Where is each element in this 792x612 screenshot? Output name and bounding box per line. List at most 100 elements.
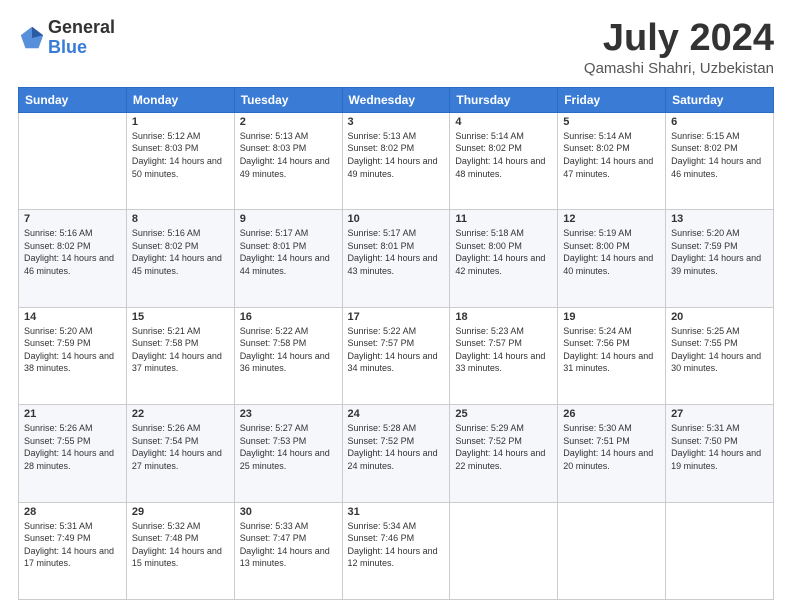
cell-info: Sunrise: 5:17 AMSunset: 8:01 PMDaylight:…	[240, 228, 330, 276]
col-wednesday: Wednesday	[342, 87, 450, 112]
table-row	[19, 112, 127, 209]
day-number: 13	[671, 213, 768, 225]
title-block: July 2024 Qamashi Shahri, Uzbekistan	[584, 18, 774, 77]
cell-info: Sunrise: 5:14 AMSunset: 8:02 PMDaylight:…	[455, 131, 545, 179]
calendar-week-row: 1 Sunrise: 5:12 AMSunset: 8:03 PMDayligh…	[19, 112, 774, 209]
table-row: 13 Sunrise: 5:20 AMSunset: 7:59 PMDaylig…	[666, 210, 774, 307]
table-row: 22 Sunrise: 5:26 AMSunset: 7:54 PMDaylig…	[126, 405, 234, 502]
table-row: 14 Sunrise: 5:20 AMSunset: 7:59 PMDaylig…	[19, 307, 127, 404]
table-row: 27 Sunrise: 5:31 AMSunset: 7:50 PMDaylig…	[666, 405, 774, 502]
day-number: 6	[671, 116, 768, 128]
table-row: 12 Sunrise: 5:19 AMSunset: 8:00 PMDaylig…	[558, 210, 666, 307]
day-number: 20	[671, 311, 768, 323]
table-row: 10 Sunrise: 5:17 AMSunset: 8:01 PMDaylig…	[342, 210, 450, 307]
cell-info: Sunrise: 5:32 AMSunset: 7:48 PMDaylight:…	[132, 521, 222, 569]
table-row: 31 Sunrise: 5:34 AMSunset: 7:46 PMDaylig…	[342, 502, 450, 599]
cell-info: Sunrise: 5:30 AMSunset: 7:51 PMDaylight:…	[563, 423, 653, 471]
calendar-header-row: Sunday Monday Tuesday Wednesday Thursday…	[19, 87, 774, 112]
day-number: 24	[348, 408, 445, 420]
day-number: 7	[24, 213, 121, 225]
table-row: 29 Sunrise: 5:32 AMSunset: 7:48 PMDaylig…	[126, 502, 234, 599]
table-row: 3 Sunrise: 5:13 AMSunset: 8:02 PMDayligh…	[342, 112, 450, 209]
cell-info: Sunrise: 5:24 AMSunset: 7:56 PMDaylight:…	[563, 326, 653, 374]
cell-info: Sunrise: 5:18 AMSunset: 8:00 PMDaylight:…	[455, 228, 545, 276]
table-row: 23 Sunrise: 5:27 AMSunset: 7:53 PMDaylig…	[234, 405, 342, 502]
table-row: 30 Sunrise: 5:33 AMSunset: 7:47 PMDaylig…	[234, 502, 342, 599]
logo-general-text: General	[48, 18, 115, 38]
cell-info: Sunrise: 5:19 AMSunset: 8:00 PMDaylight:…	[563, 228, 653, 276]
table-row: 7 Sunrise: 5:16 AMSunset: 8:02 PMDayligh…	[19, 210, 127, 307]
table-row: 6 Sunrise: 5:15 AMSunset: 8:02 PMDayligh…	[666, 112, 774, 209]
table-row: 8 Sunrise: 5:16 AMSunset: 8:02 PMDayligh…	[126, 210, 234, 307]
table-row: 17 Sunrise: 5:22 AMSunset: 7:57 PMDaylig…	[342, 307, 450, 404]
logo: General Blue	[18, 18, 115, 58]
day-number: 8	[132, 213, 229, 225]
table-row: 15 Sunrise: 5:21 AMSunset: 7:58 PMDaylig…	[126, 307, 234, 404]
col-tuesday: Tuesday	[234, 87, 342, 112]
cell-info: Sunrise: 5:17 AMSunset: 8:01 PMDaylight:…	[348, 228, 438, 276]
table-row: 28 Sunrise: 5:31 AMSunset: 7:49 PMDaylig…	[19, 502, 127, 599]
day-number: 19	[563, 311, 660, 323]
day-number: 16	[240, 311, 337, 323]
cell-info: Sunrise: 5:34 AMSunset: 7:46 PMDaylight:…	[348, 521, 438, 569]
table-row: 25 Sunrise: 5:29 AMSunset: 7:52 PMDaylig…	[450, 405, 558, 502]
day-number: 11	[455, 213, 552, 225]
day-number: 1	[132, 116, 229, 128]
cell-info: Sunrise: 5:31 AMSunset: 7:50 PMDaylight:…	[671, 423, 761, 471]
cell-info: Sunrise: 5:26 AMSunset: 7:54 PMDaylight:…	[132, 423, 222, 471]
cell-info: Sunrise: 5:15 AMSunset: 8:02 PMDaylight:…	[671, 131, 761, 179]
table-row: 21 Sunrise: 5:26 AMSunset: 7:55 PMDaylig…	[19, 405, 127, 502]
cell-info: Sunrise: 5:28 AMSunset: 7:52 PMDaylight:…	[348, 423, 438, 471]
day-number: 14	[24, 311, 121, 323]
day-number: 23	[240, 408, 337, 420]
calendar-table: Sunday Monday Tuesday Wednesday Thursday…	[18, 87, 774, 600]
calendar-week-row: 28 Sunrise: 5:31 AMSunset: 7:49 PMDaylig…	[19, 502, 774, 599]
table-row: 19 Sunrise: 5:24 AMSunset: 7:56 PMDaylig…	[558, 307, 666, 404]
day-number: 17	[348, 311, 445, 323]
day-number: 3	[348, 116, 445, 128]
cell-info: Sunrise: 5:22 AMSunset: 7:57 PMDaylight:…	[348, 326, 438, 374]
table-row: 2 Sunrise: 5:13 AMSunset: 8:03 PMDayligh…	[234, 112, 342, 209]
day-number: 25	[455, 408, 552, 420]
day-number: 27	[671, 408, 768, 420]
cell-info: Sunrise: 5:33 AMSunset: 7:47 PMDaylight:…	[240, 521, 330, 569]
day-number: 29	[132, 506, 229, 518]
day-number: 30	[240, 506, 337, 518]
cell-info: Sunrise: 5:25 AMSunset: 7:55 PMDaylight:…	[671, 326, 761, 374]
calendar-week-row: 14 Sunrise: 5:20 AMSunset: 7:59 PMDaylig…	[19, 307, 774, 404]
logo-blue-text: Blue	[48, 38, 115, 58]
table-row: 11 Sunrise: 5:18 AMSunset: 8:00 PMDaylig…	[450, 210, 558, 307]
month-title: July 2024	[584, 18, 774, 60]
col-sunday: Sunday	[19, 87, 127, 112]
logo-icon	[18, 24, 46, 52]
cell-info: Sunrise: 5:27 AMSunset: 7:53 PMDaylight:…	[240, 423, 330, 471]
cell-info: Sunrise: 5:22 AMSunset: 7:58 PMDaylight:…	[240, 326, 330, 374]
table-row	[558, 502, 666, 599]
header: General Blue July 2024 Qamashi Shahri, U…	[18, 18, 774, 77]
table-row: 26 Sunrise: 5:30 AMSunset: 7:51 PMDaylig…	[558, 405, 666, 502]
cell-info: Sunrise: 5:31 AMSunset: 7:49 PMDaylight:…	[24, 521, 114, 569]
cell-info: Sunrise: 5:14 AMSunset: 8:02 PMDaylight:…	[563, 131, 653, 179]
day-number: 2	[240, 116, 337, 128]
day-number: 12	[563, 213, 660, 225]
table-row: 9 Sunrise: 5:17 AMSunset: 8:01 PMDayligh…	[234, 210, 342, 307]
col-saturday: Saturday	[666, 87, 774, 112]
day-number: 15	[132, 311, 229, 323]
day-number: 9	[240, 213, 337, 225]
day-number: 31	[348, 506, 445, 518]
cell-info: Sunrise: 5:21 AMSunset: 7:58 PMDaylight:…	[132, 326, 222, 374]
cell-info: Sunrise: 5:29 AMSunset: 7:52 PMDaylight:…	[455, 423, 545, 471]
table-row: 20 Sunrise: 5:25 AMSunset: 7:55 PMDaylig…	[666, 307, 774, 404]
calendar-week-row: 21 Sunrise: 5:26 AMSunset: 7:55 PMDaylig…	[19, 405, 774, 502]
col-friday: Friday	[558, 87, 666, 112]
calendar-week-row: 7 Sunrise: 5:16 AMSunset: 8:02 PMDayligh…	[19, 210, 774, 307]
day-number: 28	[24, 506, 121, 518]
table-row: 5 Sunrise: 5:14 AMSunset: 8:02 PMDayligh…	[558, 112, 666, 209]
cell-info: Sunrise: 5:16 AMSunset: 8:02 PMDaylight:…	[132, 228, 222, 276]
day-number: 5	[563, 116, 660, 128]
cell-info: Sunrise: 5:13 AMSunset: 8:03 PMDaylight:…	[240, 131, 330, 179]
day-number: 21	[24, 408, 121, 420]
cell-info: Sunrise: 5:13 AMSunset: 8:02 PMDaylight:…	[348, 131, 438, 179]
day-number: 18	[455, 311, 552, 323]
table-row	[666, 502, 774, 599]
